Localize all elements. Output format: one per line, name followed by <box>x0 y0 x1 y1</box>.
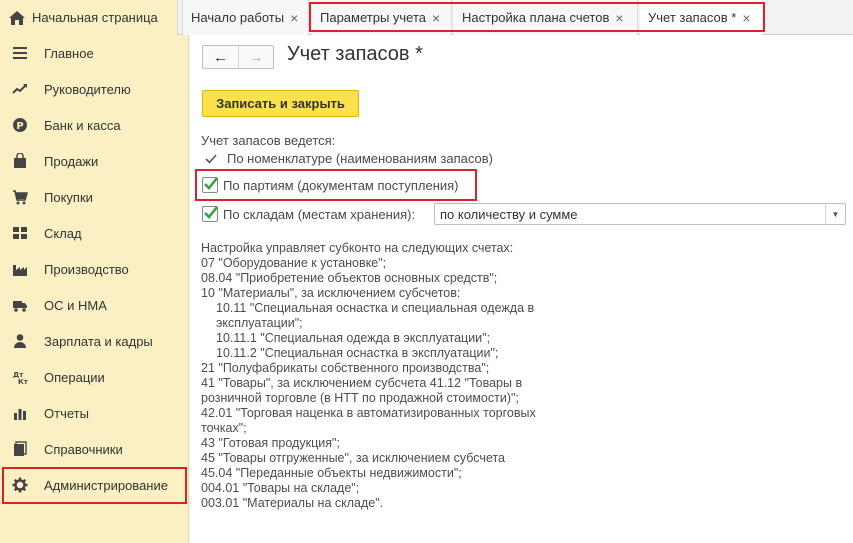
page-title: Учет запасов * <box>287 43 423 65</box>
sidebar-item-salary[interactable]: Зарплата и кадры <box>0 323 189 359</box>
forward-button[interactable]: → <box>237 46 273 68</box>
sidebar-item-label: Отчеты <box>44 405 89 421</box>
svg-text:P: P <box>16 121 23 132</box>
warehouse-mode-select[interactable]: по количеству и сумме ▼ <box>434 203 846 225</box>
nav-buttons: ← → <box>202 45 274 69</box>
tab-start-label: Начало работы <box>191 10 285 25</box>
tab-home[interactable]: Начальная страница <box>0 0 178 35</box>
sidebar-item-purchases[interactable]: Покупки <box>0 179 189 215</box>
by-nomenclature-label: По номенклатуре (наименованиям запасов) <box>227 151 493 166</box>
info-line: 10.11.1 "Специальная одежда в эксплуатац… <box>216 331 491 345</box>
sidebar-item-sales[interactable]: Продажи <box>0 143 189 179</box>
gear-icon <box>10 475 30 495</box>
sidebar-item-label: Зарплата и кадры <box>44 333 153 349</box>
by-warehouses-label: По складам (местам хранения): <box>223 207 416 222</box>
sidebar-item-manager[interactable]: Руководителю <box>0 71 189 107</box>
person-icon <box>10 331 30 351</box>
sidebar-item-label: Покупки <box>44 189 93 205</box>
info-line: 10.11 "Специальная оснастка и специальна… <box>216 301 535 330</box>
trend-icon <box>10 79 30 99</box>
factory-icon <box>10 259 30 279</box>
tab-params-label: Параметры учета <box>320 10 427 25</box>
sidebar-item-operations[interactable]: Дт Кт Операции <box>0 359 189 395</box>
sidebar-item-reports[interactable]: Отчеты <box>0 395 189 431</box>
by-batches-checkbox[interactable] <box>202 177 219 193</box>
info-text: Настройка управляет субконто на следующи… <box>201 241 561 511</box>
sidebar-item-main[interactable]: Главное <box>0 35 189 71</box>
close-icon[interactable]: × <box>615 10 623 26</box>
tab-bar: Начальная страница Начало работы × Парам… <box>0 0 853 35</box>
tab-inventory-active[interactable]: Учет запасов * × <box>640 0 762 35</box>
back-button[interactable]: ← <box>203 46 238 68</box>
main-content: ← → Учет запасов * Записать и закрыть Уч… <box>190 35 853 543</box>
sidebar-item-warehouse[interactable]: Склад <box>0 215 189 251</box>
sidebar-item-label: Операции <box>44 369 105 385</box>
warehouse-mode-value: по количеству и сумме <box>440 207 578 222</box>
info-line: 003.01 "Материалы на складе". <box>201 496 384 510</box>
sidebar-item-fixed-assets[interactable]: ОС и НМА <box>0 287 189 323</box>
info-line: 42.01 "Торговая наценка в автоматизирова… <box>201 406 536 435</box>
close-icon[interactable]: × <box>290 10 298 26</box>
tab-plan-label: Настройка плана счетов <box>462 10 610 25</box>
info-line: 004.01 "Товары на складе"; <box>201 481 360 495</box>
home-icon <box>9 10 25 25</box>
sidebar-item-label: Руководителю <box>44 81 131 97</box>
close-icon[interactable]: × <box>742 10 750 26</box>
check-icon <box>205 154 217 164</box>
truck-icon <box>10 295 30 315</box>
accounting-label: Учет запасов ведется: <box>201 133 336 148</box>
info-line: 07 "Оборудование к установке"; <box>201 256 387 270</box>
sidebar-item-administration[interactable]: Администрирование <box>0 467 189 503</box>
tab-active-label: Учет запасов * <box>648 10 737 25</box>
sidebar: Главное Руководителю P Банк и касса Прод… <box>0 35 189 543</box>
dt-kt-icon: Дт Кт <box>10 367 30 387</box>
svg-text:Кт: Кт <box>18 378 28 385</box>
info-line: 43 "Готовая продукция"; <box>201 436 340 450</box>
checkmark-icon <box>204 177 219 190</box>
sidebar-item-label: Главное <box>44 45 94 61</box>
info-line: 45 "Товары отгруженные", за исключением … <box>201 451 506 465</box>
info-line: 08.04 "Приобретение объектов основных ср… <box>201 271 498 285</box>
info-line: 10 "Материалы", за исключением субсчетов… <box>201 286 461 300</box>
bar-chart-icon <box>10 403 30 423</box>
info-line: 21 "Полуфабрикаты собственного производс… <box>201 361 490 375</box>
sidebar-item-label: ОС и НМА <box>44 297 107 313</box>
close-icon[interactable]: × <box>432 10 440 26</box>
sidebar-item-bank[interactable]: P Банк и касса <box>0 107 189 143</box>
info-line: Настройка управляет субконто на следующи… <box>201 241 514 255</box>
tab-home-label: Начальная страница <box>32 10 158 25</box>
checkmark-icon <box>204 206 219 219</box>
sidebar-item-label: Администрирование <box>44 477 168 493</box>
tab-plan[interactable]: Настройка плана счетов × <box>454 0 638 35</box>
menu-icon <box>10 43 30 63</box>
cart-icon <box>10 187 30 207</box>
tab-params[interactable]: Параметры учета × <box>312 0 452 35</box>
info-line: 10.11.2 "Специальная оснастка в эксплуат… <box>216 346 499 360</box>
ruble-coin-icon: P <box>10 115 30 135</box>
info-line: 45.04 "Переданные объекты недвижимости"; <box>201 466 462 480</box>
shopping-bag-icon <box>10 151 30 171</box>
sidebar-item-label: Склад <box>44 225 82 241</box>
tab-start[interactable]: Начало работы × <box>182 0 309 35</box>
sidebar-item-label: Производство <box>44 261 129 277</box>
chevron-down-icon[interactable]: ▼ <box>825 204 845 224</box>
save-and-close-button[interactable]: Записать и закрыть <box>202 90 359 117</box>
sidebar-item-label: Справочники <box>44 441 123 457</box>
sidebar-item-label: Банк и касса <box>44 117 121 133</box>
sidebar-item-production[interactable]: Производство <box>0 251 189 287</box>
info-line: 41 "Товары", за исключением субсчета 41.… <box>201 376 523 405</box>
warehouse-grid-icon <box>10 223 30 243</box>
books-icon <box>10 439 30 459</box>
by-batches-label: По партиям (документам поступления) <box>223 178 459 193</box>
sidebar-item-label: Продажи <box>44 153 99 169</box>
by-warehouses-checkbox[interactable] <box>202 206 219 222</box>
sidebar-item-directories[interactable]: Справочники <box>0 431 189 467</box>
